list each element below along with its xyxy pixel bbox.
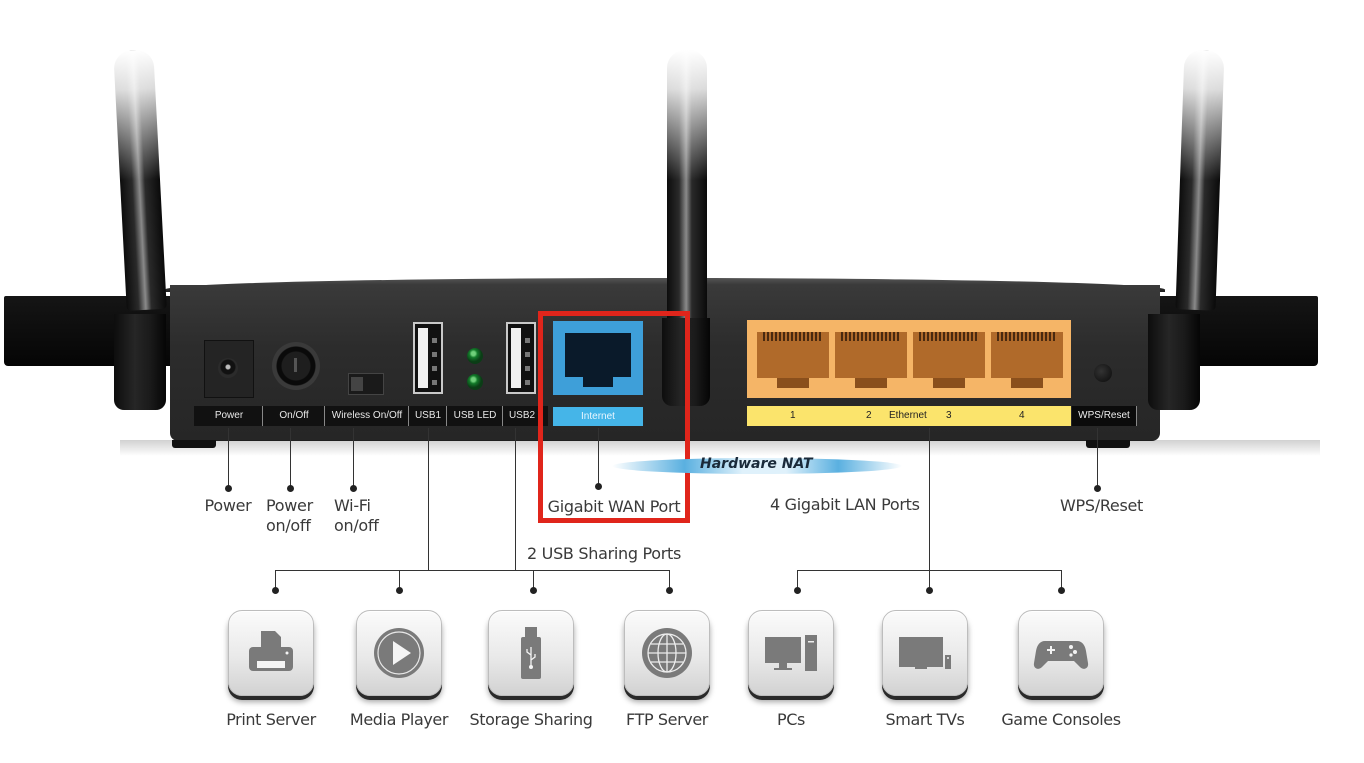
feature-tile: [882, 610, 968, 696]
power-button[interactable]: [272, 342, 320, 390]
callout-power-onoff: Power on/off: [266, 496, 313, 536]
antenna-center: [665, 50, 709, 350]
feature-storage-sharing: Storage Sharing: [466, 610, 596, 729]
feature-label: Print Server: [226, 710, 316, 729]
router-foot-left: [172, 440, 216, 448]
port-label-usb-led: USB LED: [446, 406, 503, 426]
feature-tile: [356, 610, 442, 696]
callout-wifi-onoff-line2: on/off: [334, 516, 379, 535]
wan-highlight-box: [538, 311, 690, 523]
usb2-port[interactable]: [506, 322, 536, 394]
power-jack[interactable]: [204, 340, 254, 398]
usb-tree-bar: [275, 570, 670, 571]
feature-game-consoles: Game Consoles: [996, 610, 1126, 729]
connector-power-onoff: [290, 428, 291, 488]
feature-tile: [1018, 610, 1104, 696]
connector-lan: [929, 428, 930, 571]
wireless-switch[interactable]: [348, 373, 384, 395]
connector-dot-power-onoff: [287, 485, 294, 492]
callout-wifi-onoff: Wi-Fi on/off: [334, 496, 379, 536]
lan-port-2[interactable]: [835, 332, 907, 388]
router-shadow: [120, 440, 1320, 456]
connector-usb1: [428, 428, 429, 571]
feature-label: FTP Server: [626, 710, 708, 729]
port-label-onoff: On/Off: [262, 406, 325, 426]
antenna-right: [1175, 49, 1227, 311]
connector-dot-wan: [595, 483, 602, 490]
feature-tile: [228, 610, 314, 696]
callout-power-onoff-line2: on/off: [266, 516, 311, 535]
antenna-base-right: [1148, 314, 1200, 410]
connector-power: [228, 428, 229, 488]
lan-number-4: 4: [1019, 410, 1025, 421]
connector-wps: [1097, 428, 1098, 488]
feature-ftp-server: FTP Server: [602, 610, 732, 729]
callout-usb-sharing: 2 USB Sharing Ports: [527, 544, 682, 563]
desktop-pc-icon: [765, 635, 817, 671]
usb-branch-dot-3: [530, 587, 537, 594]
lan-branch-dot-3: [1058, 587, 1065, 594]
feature-label: Smart TVs: [885, 710, 965, 729]
antenna-left: [111, 49, 167, 311]
connector-dot-wifi: [350, 485, 357, 492]
feature-print-server: Print Server: [206, 610, 336, 729]
lan-number-1: 1: [790, 410, 796, 421]
feature-label: Media Player: [349, 710, 449, 729]
feature-tile: [488, 610, 574, 696]
port-label-power: Power: [214, 410, 244, 421]
usb-branch-dot-4: [666, 587, 673, 594]
usb-drive-icon: [521, 627, 541, 679]
callout-wan: Gigabit WAN Port: [547, 497, 681, 516]
gamepad-icon: [1033, 641, 1089, 669]
play-icon: [374, 628, 424, 678]
feature-label: Game Consoles: [1001, 710, 1121, 729]
lan-port-block: [747, 320, 1071, 398]
callout-power: Power: [204, 496, 252, 515]
feature-label: Storage Sharing: [469, 710, 593, 729]
globe-icon: [642, 628, 692, 678]
feature-label: PCs: [777, 710, 805, 729]
feature-media-player: Media Player: [334, 610, 464, 729]
port-label-wireless: Wireless On/Off: [324, 406, 409, 426]
usb-branch-dot-1: [272, 587, 279, 594]
connector-dot-power: [225, 485, 232, 492]
port-label-usb1: USB1: [408, 406, 447, 426]
router-foot-right: [1086, 440, 1130, 448]
usb-led-2: [467, 374, 483, 390]
antenna-base-left: [114, 314, 166, 410]
lan-branch-dot-2: [926, 587, 933, 594]
connector-wifi: [353, 428, 354, 488]
feature-smart-tvs: Smart TVs: [860, 610, 990, 729]
tv-icon: [899, 637, 951, 669]
usb-led-1: [467, 348, 483, 364]
feature-pcs: PCs: [726, 610, 856, 729]
feature-tile: [748, 610, 834, 696]
port-label-usb2: USB2: [502, 406, 541, 426]
lan-port-4[interactable]: [991, 332, 1063, 388]
lan-number-3: 3: [946, 410, 952, 421]
hardware-nat-label: Hardware NAT: [700, 456, 813, 472]
lan-number-2: 2: [866, 410, 872, 421]
wps-reset-port-label: WPS/Reset: [1072, 406, 1137, 426]
callout-wps: WPS/Reset: [1060, 496, 1144, 515]
lan-port-1[interactable]: [757, 332, 829, 388]
usb-branch-dot-2: [396, 587, 403, 594]
callout-power-onoff-line1: Power: [266, 496, 313, 515]
connector-dot-wps: [1094, 485, 1101, 492]
connector-wan: [598, 428, 599, 486]
lan-ethernet-label: Ethernet: [889, 410, 927, 421]
feature-tile: [624, 610, 710, 696]
printer-icon: [249, 631, 293, 671]
lan-port-3[interactable]: [913, 332, 985, 388]
wps-reset-button[interactable]: [1094, 364, 1112, 382]
usb1-port[interactable]: [413, 322, 443, 394]
connector-usb2: [515, 428, 516, 571]
callout-lan: 4 Gigabit LAN Ports: [770, 495, 920, 514]
callout-wifi-onoff-line1: Wi-Fi: [334, 496, 371, 515]
lan-branch-dot-1: [794, 587, 801, 594]
